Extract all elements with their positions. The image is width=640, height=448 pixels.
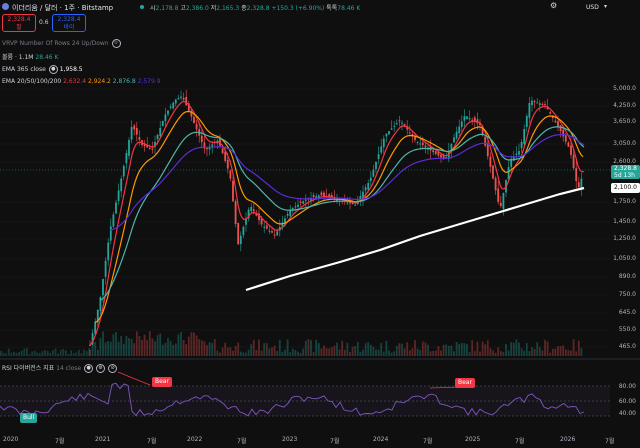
price-axis-label: 1,250.0 xyxy=(613,235,636,242)
chart-grid xyxy=(0,88,610,348)
price-axis-label: 4,250.0 xyxy=(613,102,636,109)
price-axis-label: 3,050.0 xyxy=(613,140,636,147)
bear-label-2: Bear xyxy=(455,378,475,388)
price-axis-label: 750.0 xyxy=(618,291,636,298)
time-axis-label: 7월 xyxy=(423,438,433,445)
ema-price-tag: 2,100.0 xyxy=(611,183,640,193)
eye-icon[interactable]: ● xyxy=(84,364,94,373)
settings-icon[interactable]: ⚙ xyxy=(96,364,106,373)
rsi-axis-40: 40.00 xyxy=(618,410,636,417)
price-chart[interactable] xyxy=(0,0,640,448)
price-axis-label: 1,450.0 xyxy=(613,218,636,225)
time-axis-label: 7월 xyxy=(515,438,525,445)
price-axis-label: 5,000.0 xyxy=(613,85,636,92)
last-price-tag: 2,328.8 5d 13h xyxy=(611,165,640,179)
price-axis-label: 465.0 xyxy=(618,343,636,350)
time-axis-label: 2026 xyxy=(560,436,576,443)
price-axis-label: 550.0 xyxy=(618,326,636,333)
bull-label: Bull xyxy=(20,413,38,423)
price-axis-label: 3,650.0 xyxy=(613,118,636,125)
candlesticks xyxy=(89,89,583,346)
delete-icon[interactable]: ⊘ xyxy=(108,364,118,373)
bear-divergence-line xyxy=(117,371,151,386)
price-axis-label: 890.0 xyxy=(618,273,636,280)
time-axis-label: 7월 xyxy=(605,438,615,445)
price-axis-label: 2,600.0 xyxy=(613,158,636,165)
bear-label: Bear xyxy=(152,377,172,387)
time-axis-label: 2023 xyxy=(282,436,298,443)
time-axis-label: 2024 xyxy=(373,436,389,443)
time-axis-label: 7월 xyxy=(237,438,247,445)
time-axis-label: 7월 xyxy=(147,438,157,445)
price-axis-label: 645.0 xyxy=(618,309,636,316)
price-axis-label: 1,750.0 xyxy=(613,198,636,205)
ema-lines xyxy=(89,100,585,346)
time-axis-label: 2025 xyxy=(465,436,481,443)
volume-bars xyxy=(0,331,583,356)
time-axis-label: 7월 xyxy=(330,438,340,445)
time-axis-label: 2021 xyxy=(95,436,111,443)
rsi-axis-80: 80.00 xyxy=(618,383,636,390)
rsi-legend[interactable]: RSI 다이버전스 지표 14 close ● ⚙ ⊘ xyxy=(2,363,118,373)
rsi-axis-60: 60.00 xyxy=(618,398,636,405)
time-axis-label: 2022 xyxy=(187,436,203,443)
time-axis-label: 7월 xyxy=(55,438,65,445)
price-axis-label: 1,050.0 xyxy=(613,255,636,262)
time-axis-label: 2020 xyxy=(3,436,19,443)
